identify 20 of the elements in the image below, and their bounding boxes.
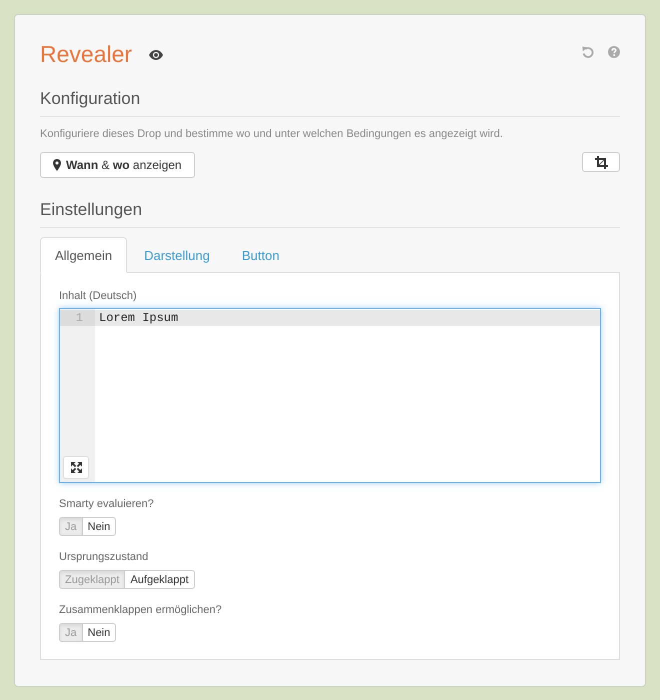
section-heading: Konfiguration (40, 89, 620, 117)
crop-button[interactable] (582, 152, 620, 172)
widget-title: Revealer (40, 40, 132, 69)
fullscreen-button[interactable] (63, 456, 89, 479)
field-label: Inhalt (Deutsch) (59, 289, 138, 304)
expand-icon (70, 462, 82, 473)
display-rules-button[interactable]: Wann & wo anzeigen (40, 152, 195, 178)
option-label: Ursprungszustand (59, 550, 150, 565)
tab[interactable]: Allgemein (40, 237, 128, 273)
toggle-option[interactable]: Aufgeklappt (124, 570, 195, 589)
eye-icon[interactable] (149, 50, 164, 60)
option-label: Smarty evaluieren? (59, 497, 155, 512)
map-marker-icon (53, 159, 61, 171)
section-description: Konfiguriere dieses Drop und bestimme wo und unter welchen Bedingungen es angezeigt wird. (40, 127, 504, 142)
option-label: Zusammenklappen ermöglichen? (59, 603, 223, 618)
crop-icon (594, 156, 608, 168)
code-text: Lorem Ipsum (98, 310, 178, 326)
toggle-option[interactable]: Nein (82, 517, 116, 536)
toggle-option[interactable]: Nein (82, 623, 116, 642)
section-heading: Einstellungen (40, 200, 620, 228)
